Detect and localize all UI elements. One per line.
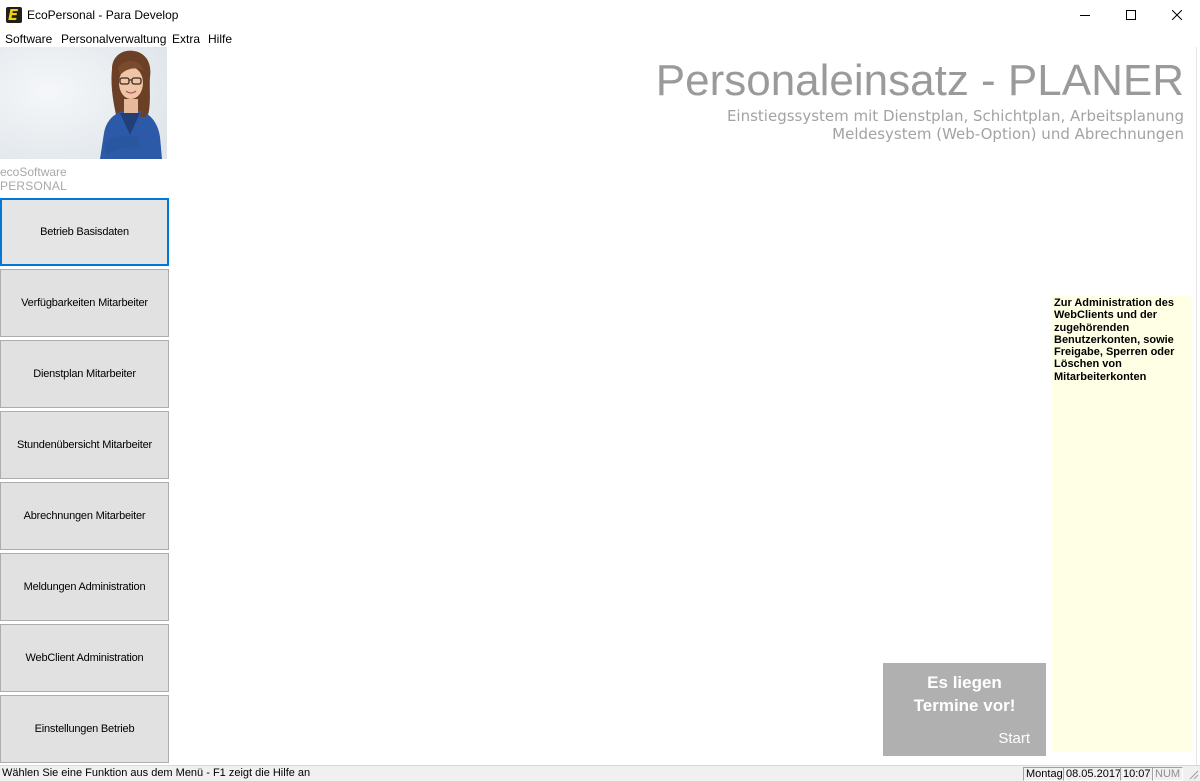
resize-grip-icon[interactable] bbox=[1187, 768, 1199, 780]
termine-tile[interactable]: Es liegen Termine vor! Start bbox=[883, 663, 1046, 756]
nav-verfuegbarkeiten-mitarbeiter[interactable]: Verfügbarkeiten Mitarbeiter bbox=[0, 269, 169, 337]
brand-line-2: PERSONAL bbox=[0, 179, 67, 193]
minimize-icon bbox=[1080, 15, 1090, 16]
termine-message: Es liegen Termine vor! bbox=[883, 671, 1046, 717]
nav-label: WebClient Administration bbox=[25, 652, 144, 664]
menu-extra[interactable]: Extra bbox=[172, 32, 200, 46]
termine-start-label: Start bbox=[998, 730, 1030, 747]
info-text: Zur Administration des WebClients und de… bbox=[1054, 297, 1175, 383]
nav-label: Stundenübersicht Mitarbeiter bbox=[16, 439, 153, 451]
termine-line-2: Termine vor! bbox=[913, 696, 1016, 715]
termine-line-1: Es liegen bbox=[927, 673, 1002, 692]
app-icon[interactable]: E bbox=[6, 6, 22, 24]
maximize-button[interactable] bbox=[1108, 0, 1154, 30]
nav-stundenuebersicht-mitarbeiter[interactable]: Stundenübersicht Mitarbeiter bbox=[0, 411, 169, 479]
close-icon bbox=[1172, 10, 1182, 20]
nav-betrieb-basisdaten[interactable]: Betrieb Basisdaten bbox=[0, 198, 169, 266]
nav-label: Betrieb Basisdaten bbox=[40, 226, 129, 238]
page-subtitle: Einstiegssystem mit Dienstplan, Schichtp… bbox=[727, 107, 1184, 143]
menu-personalverwaltung[interactable]: Personalverwaltung bbox=[61, 32, 166, 46]
nav-label: Einstellungen Betrieb bbox=[34, 723, 135, 735]
nav-meldungen-administration[interactable]: Meldungen Administration bbox=[0, 553, 169, 621]
woman-photo-illustration bbox=[0, 47, 167, 159]
status-num: NUM bbox=[1152, 767, 1184, 781]
nav-einstellungen-betrieb[interactable]: Einstellungen Betrieb bbox=[0, 695, 169, 763]
brand-photo bbox=[0, 47, 167, 159]
nav-label: Verfügbarkeiten Mitarbeiter bbox=[21, 297, 148, 309]
client-edge bbox=[1196, 47, 1197, 765]
info-panel: Zur Administration des WebClients und de… bbox=[1052, 296, 1192, 752]
nav-label: Dienstplan Mitarbeiter bbox=[33, 368, 136, 380]
nav-label: Meldungen Administration bbox=[23, 581, 146, 593]
status-hint: Wählen Sie eine Funktion aus dem Menü - … bbox=[2, 767, 311, 779]
menu-software[interactable]: Software bbox=[5, 32, 52, 46]
menu-bar: Software Personalverwaltung Extra Hilfe bbox=[0, 30, 1200, 47]
title-bar: E EcoPersonal - Para Develop bbox=[0, 0, 1200, 30]
page-title: Personaleinsatz - PLANER bbox=[655, 56, 1184, 105]
subtitle-line-1: Einstiegssystem mit Dienstplan, Schichtp… bbox=[726, 107, 1184, 125]
nav-webclient-administration[interactable]: WebClient Administration bbox=[0, 624, 169, 692]
maximize-icon bbox=[1126, 10, 1136, 20]
subtitle-line-2: Meldesystem (Web-Option) und Abrechnunge… bbox=[832, 125, 1184, 143]
status-bar: Wählen Sie eine Funktion aus dem Menü - … bbox=[0, 765, 1200, 781]
status-day: Montag bbox=[1023, 767, 1066, 781]
brand-line-1: ecoSoftware bbox=[0, 165, 67, 179]
menu-hilfe[interactable]: Hilfe bbox=[208, 32, 232, 46]
window-title: EcoPersonal - Para Develop bbox=[27, 8, 179, 22]
nav-abrechnungen-mitarbeiter[interactable]: Abrechnungen Mitarbeiter bbox=[0, 482, 169, 550]
close-button[interactable] bbox=[1154, 0, 1200, 30]
minimize-button[interactable] bbox=[1062, 0, 1108, 30]
nav-dienstplan-mitarbeiter[interactable]: Dienstplan Mitarbeiter bbox=[0, 340, 169, 408]
status-time: 10:07 bbox=[1120, 767, 1154, 781]
status-date: 08.05.2017 bbox=[1063, 767, 1125, 781]
nav-label: Abrechnungen Mitarbeiter bbox=[23, 510, 146, 522]
app-icon-letter: E bbox=[8, 6, 19, 24]
